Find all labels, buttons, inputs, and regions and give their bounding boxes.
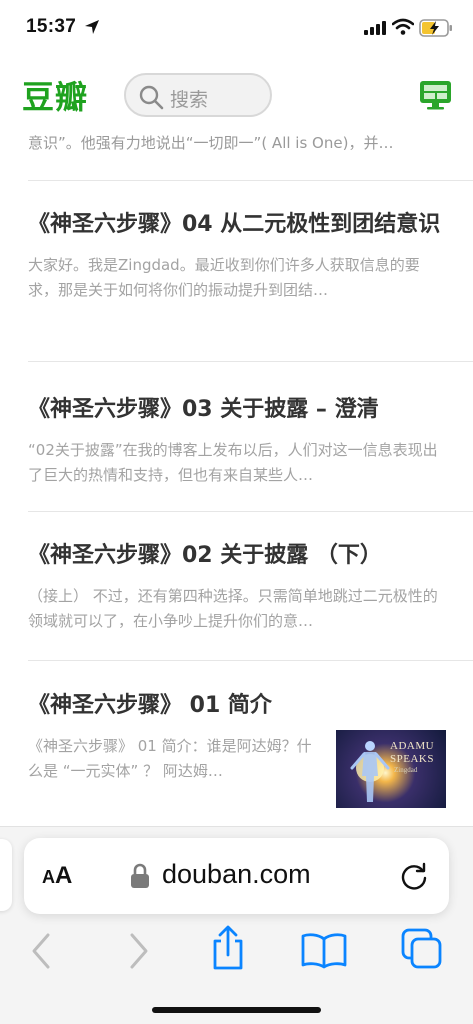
article-summary[interactable]: 大家好。我是Zingdad。最近收到你们许多人获取信息的要求，那是关于如何将你们… <box>28 253 448 303</box>
article-feed: 意识”。他强有力地说出“一切即一”( All is One)，并… 《神圣六步骤… <box>0 128 473 828</box>
url-text[interactable]: douban.com <box>162 859 311 890</box>
thumbnail-title: ADAMU SPEAKS <box>390 740 434 766</box>
article-title[interactable]: 《神圣六步骤》 01 简介 <box>28 689 448 722</box>
back-arrow-icon[interactable] <box>28 931 56 971</box>
article-thumbnail[interactable]: ADAMU SPEAKS Zingdad <box>336 730 446 808</box>
battery-charging-icon <box>419 19 452 37</box>
divider <box>28 511 473 512</box>
aa-small-letter: A <box>42 867 55 887</box>
reader-text-size-button[interactable]: AA <box>42 862 72 890</box>
cellular-signal-icon <box>364 21 386 35</box>
divider <box>28 180 473 181</box>
wifi-icon <box>392 18 414 35</box>
previous-tab-peek[interactable] <box>0 839 12 911</box>
divider <box>28 361 473 362</box>
reload-icon[interactable] <box>399 862 429 892</box>
browser-toolbar: AA douban.com <box>0 826 473 1024</box>
article-title[interactable]: 《神圣六步骤》02 关于披露 （下） <box>28 539 448 572</box>
home-indicator[interactable] <box>152 1007 321 1013</box>
partial-article-summary[interactable]: 意识”。他强有力地说出“一切即一”( All is One)，并… <box>28 132 448 153</box>
app-download-icon[interactable] <box>419 80 452 110</box>
thumbnail-title-line2: SPEAKS <box>390 753 434 765</box>
search-box[interactable]: 搜索 <box>124 73 272 117</box>
lock-icon <box>131 863 149 888</box>
search-placeholder: 搜索 <box>170 89 209 111</box>
bookmarks-icon[interactable] <box>300 931 348 969</box>
douban-logo[interactable]: 豆瓣 <box>22 72 88 118</box>
article-summary[interactable]: 《神圣六步骤》 01 简介：谁是阿达姆？什么是 “一元实体” ？ 阿达姆… <box>28 734 318 784</box>
divider <box>28 660 473 661</box>
forward-arrow-icon[interactable] <box>124 931 152 971</box>
location-arrow-icon <box>85 20 99 34</box>
status-time: 15:37 <box>26 16 77 37</box>
article-title[interactable]: 《神圣六步骤》03 关于披露 – 澄清 <box>28 393 448 426</box>
aa-big-letter: A <box>55 862 73 889</box>
thumbnail-title-line1: ADAMU <box>390 740 435 752</box>
tabs-overview-icon[interactable] <box>400 927 444 971</box>
thumbnail-subtitle: Zingdad <box>394 766 418 774</box>
article-summary[interactable]: （接上） 不过，还有第四种选择。只需简单地跳过二元极性的领域就可以了，在小争吵上… <box>28 584 448 634</box>
status-bar: 15:37 <box>0 0 473 60</box>
glowing-figure-image <box>350 741 390 802</box>
share-icon[interactable] <box>208 925 248 971</box>
article-item[interactable]: 《神圣六步骤》03 关于披露 – 澄清 “02关于披露”在我的博客上发布以后，人… <box>28 393 448 488</box>
search-icon <box>139 85 164 110</box>
article-item[interactable]: 《神圣六步骤》02 关于披露 （下） （接上） 不过，还有第四种选择。只需简单地… <box>28 539 448 634</box>
address-bar[interactable]: AA douban.com <box>24 838 449 914</box>
article-item[interactable]: 《神圣六步骤》04 从二元极性到团结意识 大家好。我是Zingdad。最近收到你… <box>28 208 448 303</box>
site-header: 豆瓣 搜索 <box>0 62 473 128</box>
article-summary[interactable]: “02关于披露”在我的博客上发布以后，人们对这一信息表现出了巨大的热情和支持，但… <box>28 438 448 488</box>
article-title[interactable]: 《神圣六步骤》04 从二元极性到团结意识 <box>28 208 448 241</box>
